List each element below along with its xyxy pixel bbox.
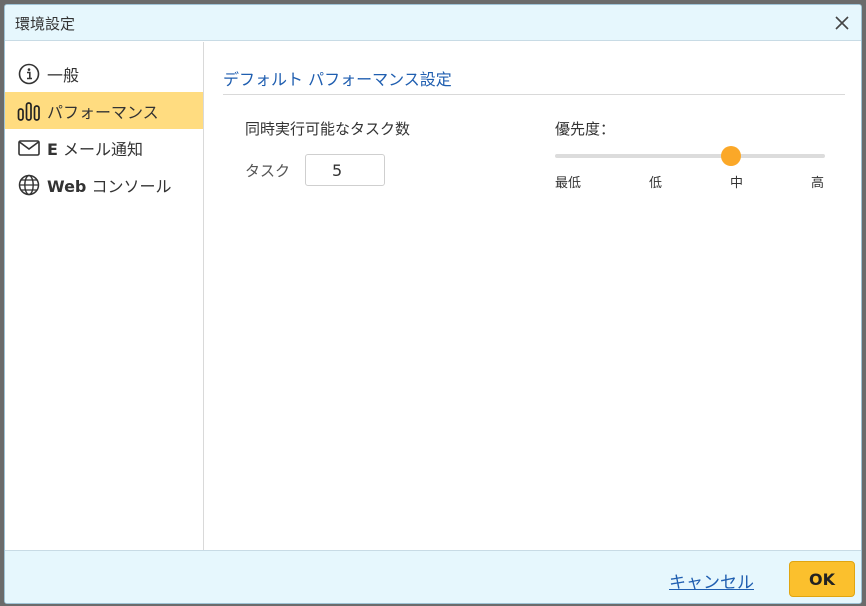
concurrent-tasks-label: 同時実行可能なタスク数 xyxy=(245,120,411,138)
ok-button[interactable]: OK xyxy=(789,561,855,597)
sidebar: 一般 パフォーマンス E メール通知 Web コンソール xyxy=(5,42,204,550)
priority-slider[interactable] xyxy=(555,146,825,166)
mail-icon xyxy=(17,136,41,160)
sidebar-item-performance[interactable]: パフォーマンス xyxy=(5,92,203,129)
window-title: 環境設定 xyxy=(15,15,76,33)
priority-slider-thumb[interactable] xyxy=(721,146,741,166)
close-button[interactable] xyxy=(831,12,853,34)
concurrent-tasks-input[interactable] xyxy=(305,154,385,186)
sidebar-item-label: E メール通知 xyxy=(47,139,144,159)
priority-tick-lowest: 最低 xyxy=(555,176,582,191)
title-bar: 環境設定 xyxy=(5,5,861,41)
sidebar-item-general[interactable]: 一般 xyxy=(5,55,203,92)
sidebar-item-label: Web コンソール xyxy=(47,176,172,196)
priority-tick-high: 高 xyxy=(811,176,825,191)
priority-tick-medium: 中 xyxy=(730,176,744,191)
sidebar-item-label: 一般 xyxy=(47,65,80,85)
sidebar-item-web-console[interactable]: Web コンソール xyxy=(5,166,203,203)
settings-dialog: 環境設定 一般 パフォーマンス E メール通知 Web コンソール デフォルト … xyxy=(4,4,862,604)
priority-label: 優先度： xyxy=(555,120,616,138)
task-label: タスク xyxy=(245,162,291,180)
priority-tick-low: 低 xyxy=(649,176,663,191)
section-title: デフォルト パフォーマンス設定 xyxy=(223,70,452,89)
bars-icon xyxy=(17,99,41,123)
sidebar-item-label: パフォーマンス xyxy=(47,102,159,122)
cancel-button[interactable]: キャンセル xyxy=(669,568,754,593)
main-panel: デフォルト パフォーマンス設定 同時実行可能なタスク数 タスク 優先度： 最低 … xyxy=(205,42,861,550)
globe-icon xyxy=(17,173,41,197)
footer: キャンセル OK xyxy=(5,550,861,603)
section-divider xyxy=(223,94,845,95)
sidebar-item-email-notification[interactable]: E メール通知 xyxy=(5,129,203,166)
info-icon xyxy=(17,62,41,86)
close-icon xyxy=(835,16,849,30)
